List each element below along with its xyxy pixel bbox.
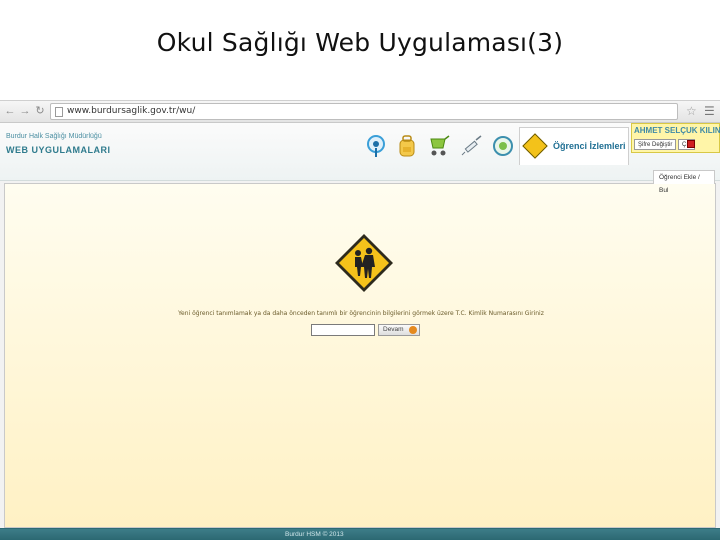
instruction-text: Yeni öğrenci tanımlamak ya da daha önced… — [178, 310, 544, 317]
forward-icon[interactable]: → — [18, 104, 32, 118]
back-icon[interactable]: ← — [3, 104, 17, 118]
footer: Burdur HSM © 2013 — [0, 528, 720, 540]
footer-text: Burdur HSM © 2013 — [285, 531, 344, 538]
tab-ogrenci-izlemleri[interactable]: Öğrenci İzlemleri — [519, 127, 629, 165]
slide: Okul Sağlığı Web Uygulaması(3) ← → ↻ www… — [0, 0, 720, 540]
close-icon[interactable] — [687, 140, 695, 148]
page-icon — [55, 107, 63, 117]
school-sign-icon — [522, 133, 548, 159]
user-name: AHMET SELÇUK KILINÇ — [634, 126, 720, 135]
menu-icon[interactable]: ☰ — [704, 104, 715, 118]
app-header: Burdur Halk Sağlığı Müdürlüğü WEB UYGULA… — [0, 123, 720, 181]
backpack-icon[interactable] — [395, 133, 419, 159]
address-bar[interactable]: www.burdursaglik.gov.tr/wu/ — [50, 103, 678, 120]
browser-toolbar: ← → ↻ www.burdursaglik.gov.tr/wu/ ☆ ☰ — [0, 101, 720, 123]
star-icon[interactable]: ☆ — [686, 104, 697, 118]
continue-button[interactable]: Devam — [378, 324, 420, 336]
tc-kimlik-input[interactable] — [311, 324, 375, 336]
tab-label: Öğrenci İzlemleri — [553, 141, 626, 151]
info-icon[interactable] — [364, 133, 388, 159]
school-crossing-sign-icon — [335, 234, 393, 292]
change-password-button[interactable]: Şifre Değiştir — [634, 139, 677, 150]
breadcrumb[interactable]: Öğrenci Ekle / Bul — [653, 170, 715, 194]
continue-label: Devam — [383, 326, 404, 333]
browser-screenshot: ← → ↻ www.burdursaglik.gov.tr/wu/ ☆ ☰ Bu… — [0, 100, 720, 540]
syringe-icon[interactable] — [460, 133, 484, 159]
clock-icon[interactable] — [491, 133, 515, 159]
reload-icon[interactable]: ↻ — [33, 104, 47, 118]
arrow-right-icon — [409, 326, 417, 334]
app-name: WEB UYGULAMALARI — [6, 145, 111, 155]
url-text: www.burdursaglik.gov.tr/wu/ — [67, 106, 196, 116]
slide-title: Okul Sağlığı Web Uygulaması(3) — [156, 28, 564, 57]
org-name: Burdur Halk Sağlığı Müdürlüğü — [6, 133, 102, 140]
content-panel: Öğrenci Ekle / Bul Yeni öğrenci tanımlam… — [4, 170, 716, 528]
stroller-icon[interactable] — [427, 133, 451, 159]
user-panel: AHMET SELÇUK KILINÇ Şifre Değiştir Çık — [631, 123, 720, 153]
